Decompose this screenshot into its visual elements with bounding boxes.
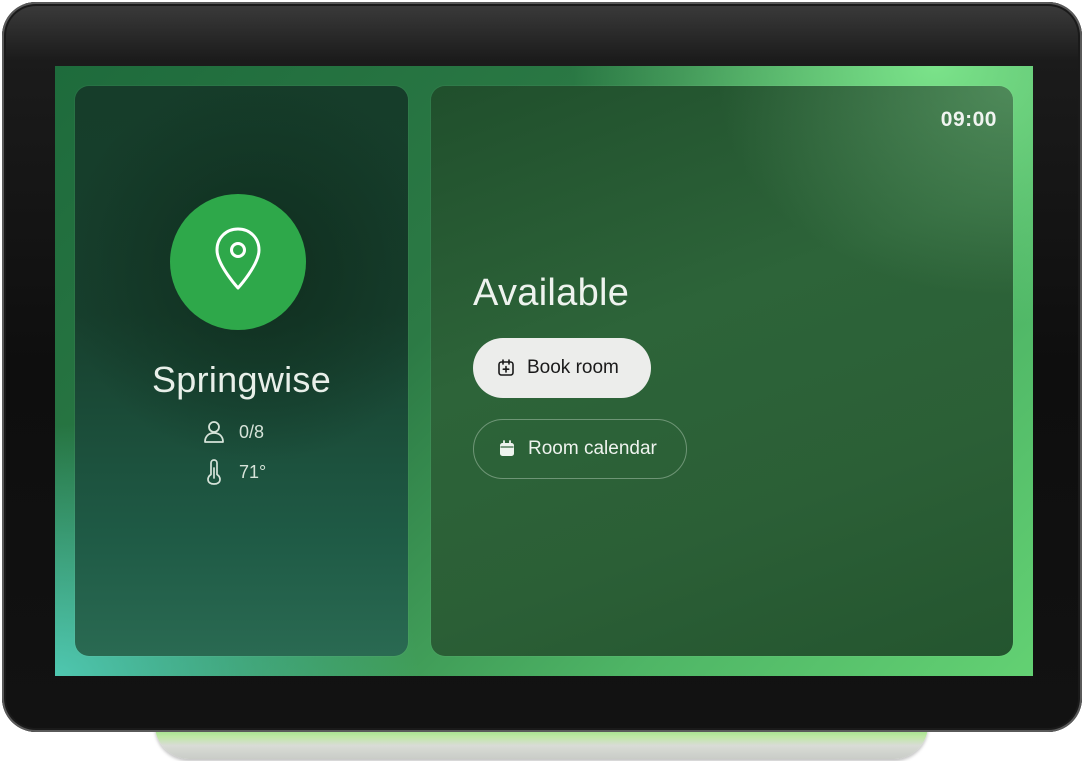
device-screen: Springwise 0/8 71° 09:00 Available Book … [55,66,1033,676]
capacity-value: 0/8 [239,421,265,442]
booking-panel: 09:00 Available Book room Room calendar [431,86,1013,656]
clock: 09:00 [940,108,997,131]
availability-status: Available [473,272,630,314]
calendar-icon [500,440,514,456]
device-bezel: Springwise 0/8 71° 09:00 Available Book … [2,2,1082,732]
book-room-button[interactable]: Book room [473,338,651,398]
calendar-plus-icon [498,359,514,376]
room-info-panel: Springwise 0/8 71° [75,86,408,656]
temperature-stat: 71° [203,459,266,485]
room-booking-device: Springwise 0/8 71° 09:00 Available Book … [0,0,1087,761]
room-calendar-button[interactable]: Room calendar [473,419,687,479]
location-pin-icon [215,227,261,290]
room-avatar [170,194,306,330]
room-calendar-label: Room calendar [528,438,657,459]
person-icon [204,421,224,443]
room-name: Springwise [151,359,332,400]
temperature-value: 71° [239,461,267,482]
thermometer-icon [207,459,221,485]
capacity-stat: 0/8 [203,419,264,445]
book-room-label: Book room [527,357,619,378]
